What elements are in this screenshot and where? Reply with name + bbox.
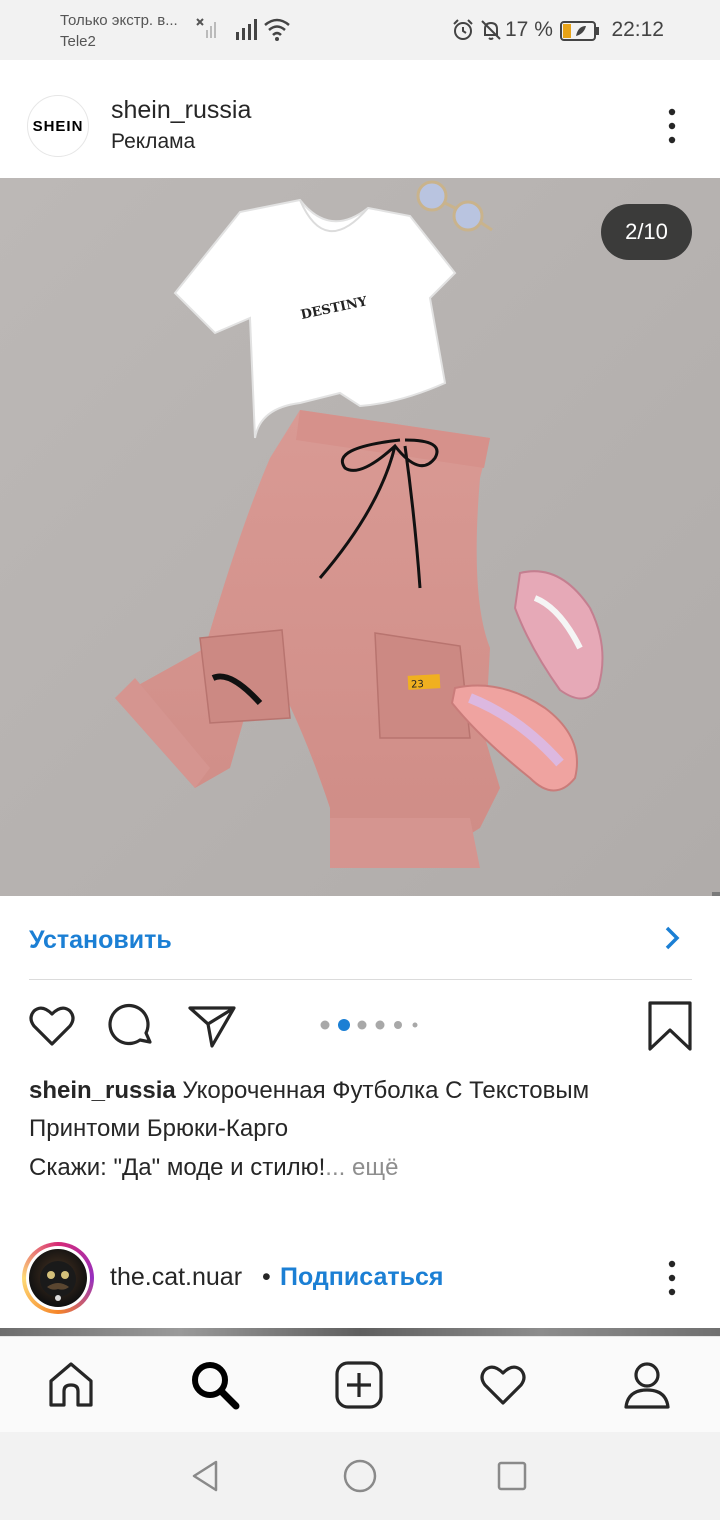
divider: [29, 979, 692, 980]
carousel-indicator: [320, 1019, 418, 1031]
carrier-name: Tele2: [60, 33, 96, 50]
follow-button[interactable]: Подписаться: [280, 1263, 443, 1292]
post-header: SHEIN shein_russia Реклама: [0, 60, 720, 178]
share-icon[interactable]: [186, 1000, 238, 1052]
like-icon[interactable]: [26, 1000, 78, 1052]
signal-icon: [236, 19, 257, 40]
add-post-icon[interactable]: [333, 1359, 385, 1411]
activity-icon[interactable]: [477, 1359, 529, 1411]
home-icon[interactable]: [45, 1359, 97, 1411]
recents-icon[interactable]: [492, 1456, 532, 1496]
install-cta-row[interactable]: Установить: [0, 896, 720, 980]
mute-notification-icon: [196, 18, 216, 38]
next-post-image[interactable]: [0, 1328, 720, 1336]
search-icon[interactable]: [189, 1359, 241, 1411]
install-button[interactable]: Установить: [29, 926, 172, 955]
back-icon[interactable]: [186, 1456, 226, 1496]
wifi-icon: [264, 18, 290, 41]
bookmark-icon[interactable]: [644, 1000, 696, 1052]
more-options-icon[interactable]: [655, 106, 689, 146]
avatar-cat-image: [40, 1261, 76, 1301]
carrier-notice: Только экстр. в...: [60, 12, 178, 29]
battery-icon: [560, 21, 599, 41]
next-post-avatar[interactable]: [26, 1246, 90, 1310]
comment-icon[interactable]: [106, 1000, 158, 1052]
caption-extra: Скажи: "Да" моде и стилю!... ещё: [29, 1154, 398, 1182]
patch-text: 23: [411, 679, 424, 691]
next-post-username[interactable]: the.cat.nuar: [110, 1263, 242, 1292]
more-options-icon[interactable]: [655, 1258, 689, 1298]
chevron-right-icon[interactable]: [657, 923, 687, 953]
alarm-icon: [453, 19, 473, 40]
caption-username[interactable]: shein_russia: [29, 1077, 176, 1104]
status-bar: Только экстр. в... Tele2 17 % 22:12: [0, 0, 720, 60]
bell-off-icon: [481, 20, 501, 40]
system-navigation: [0, 1432, 720, 1520]
post-username[interactable]: shein_russia: [111, 96, 251, 125]
bottom-navigation: [0, 1336, 720, 1432]
caption-more-link[interactable]: ... ещё: [325, 1154, 398, 1181]
product-photo: DESTINY 23: [0, 178, 720, 896]
brand-avatar[interactable]: SHEIN: [27, 95, 89, 157]
post-image[interactable]: DESTINY 23 2/10: [0, 178, 720, 896]
home-circle-icon[interactable]: [340, 1456, 380, 1496]
sponsored-label: Реклама: [111, 130, 196, 153]
caption: shein_russia Укороченная Футболка С Текс…: [29, 1072, 689, 1148]
profile-icon[interactable]: [621, 1359, 673, 1411]
page-counter: 2/10: [601, 204, 692, 260]
clock: 22:12: [611, 18, 664, 41]
caption-line2: Скажи: "Да" моде и стилю!: [29, 1154, 326, 1181]
separator-dot: •: [262, 1263, 271, 1291]
battery-percent: 17 %: [505, 18, 553, 41]
